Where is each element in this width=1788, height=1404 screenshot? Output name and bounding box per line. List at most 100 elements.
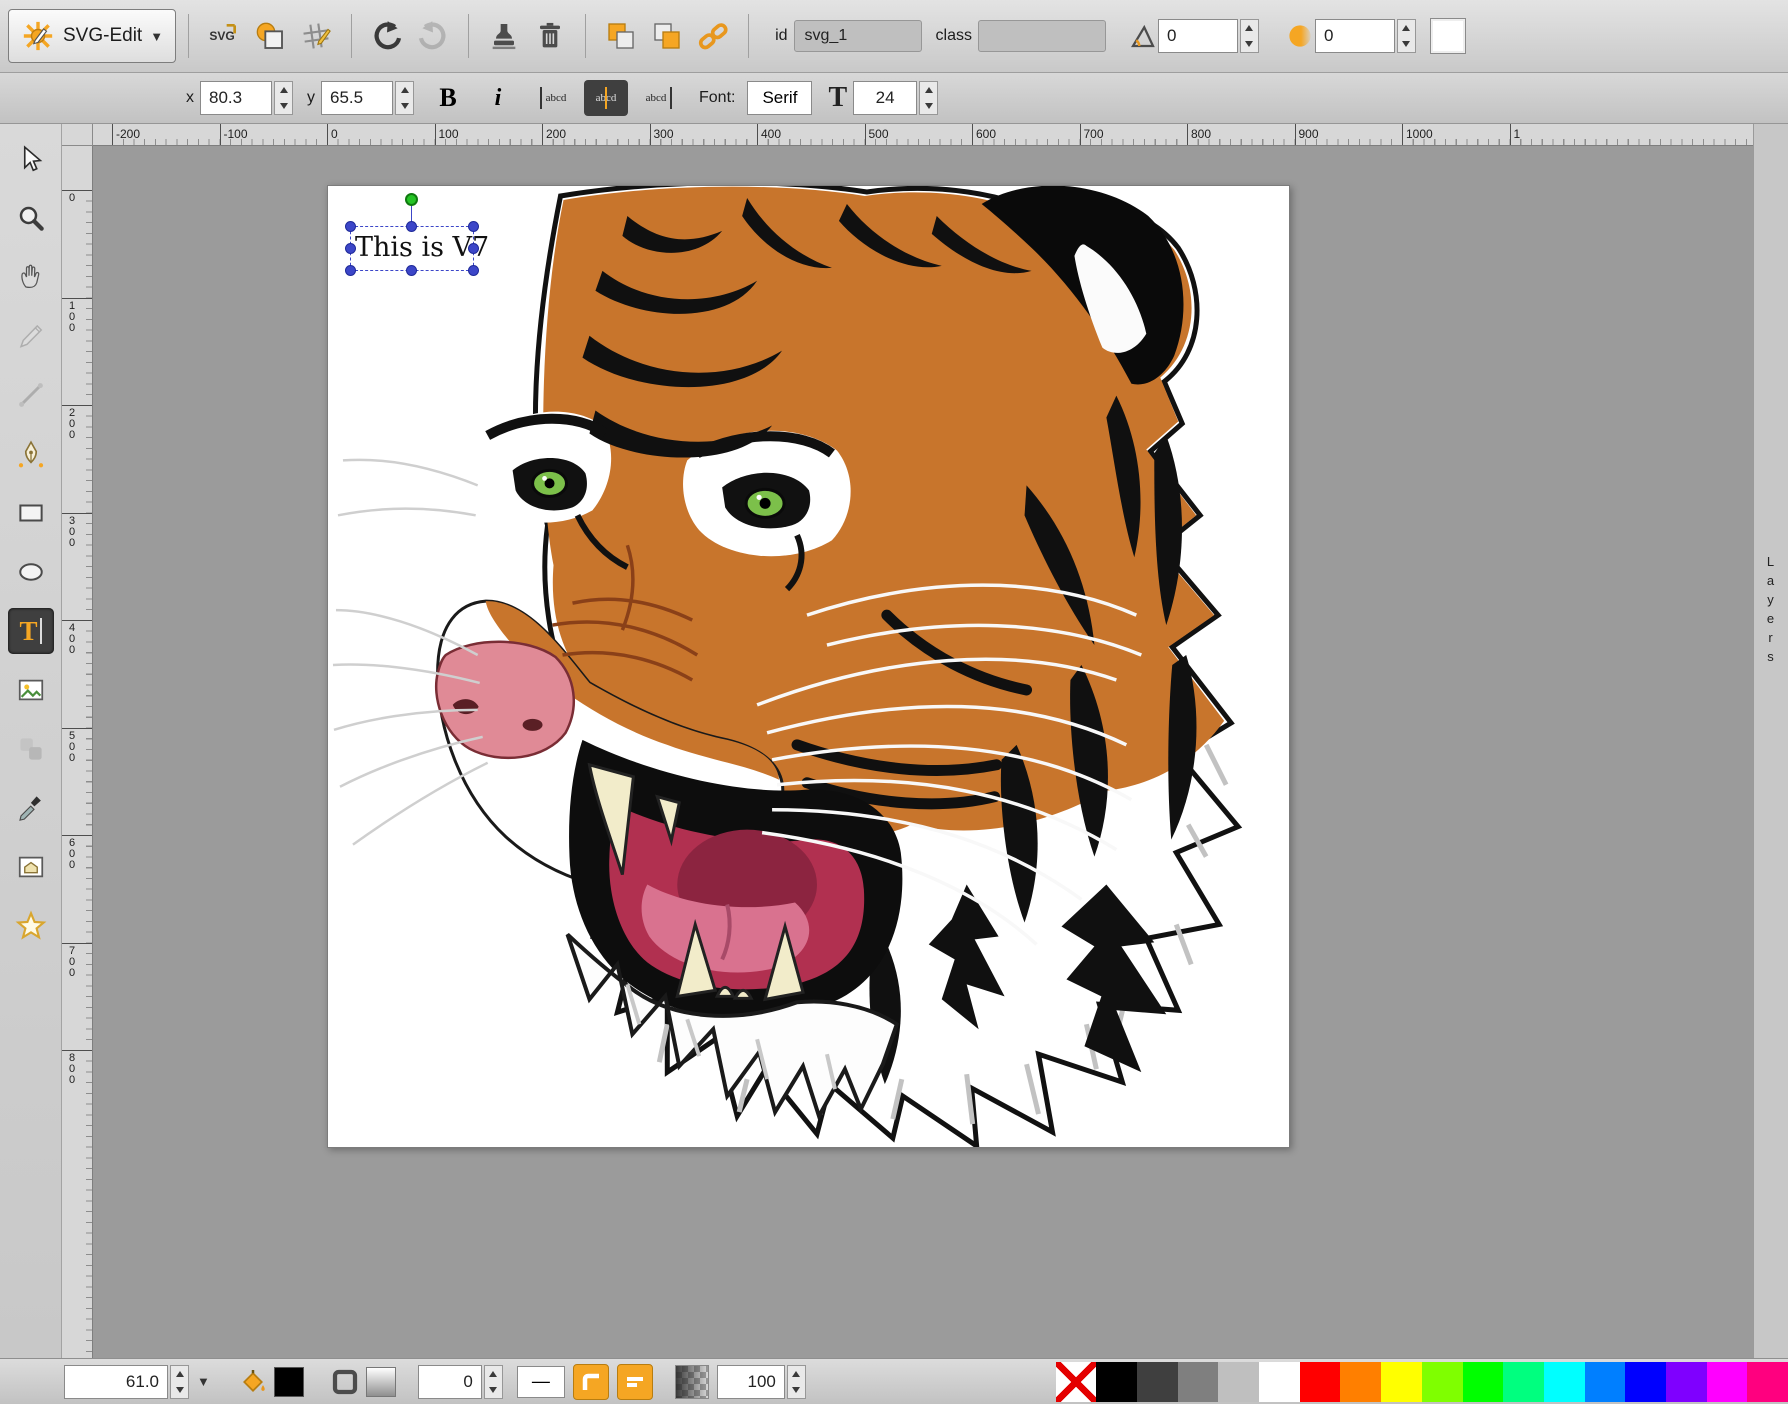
angle-spin-up-button[interactable] bbox=[1241, 20, 1258, 36]
ellipse-tool-button[interactable] bbox=[8, 549, 54, 595]
rect-tool-button[interactable] bbox=[8, 490, 54, 536]
editor-preferences-button[interactable] bbox=[293, 13, 339, 59]
palette-swatch[interactable] bbox=[1381, 1362, 1422, 1402]
text-tool-button[interactable]: T bbox=[8, 608, 54, 654]
font-size-spin-up-button[interactable] bbox=[920, 82, 937, 98]
layers-panel-tab[interactable]: Layers bbox=[1753, 124, 1788, 1358]
palette-swatch[interactable] bbox=[1707, 1362, 1748, 1402]
y-input[interactable]: 65.5 bbox=[321, 81, 393, 115]
opacity-input[interactable]: 100 bbox=[717, 1365, 785, 1399]
palette-swatch[interactable] bbox=[1259, 1362, 1300, 1402]
stroke-dash-select[interactable]: — bbox=[517, 1366, 565, 1398]
stroke-width-input[interactable]: 0 bbox=[418, 1365, 482, 1399]
selection-handle-sw[interactable] bbox=[345, 265, 356, 276]
fill-color-swatch[interactable] bbox=[274, 1367, 304, 1397]
palette-swatch[interactable] bbox=[1585, 1362, 1626, 1402]
palette-swatch-none[interactable] bbox=[1056, 1362, 1097, 1402]
text-anchor-middle-button[interactable]: abcd bbox=[584, 80, 628, 116]
font-size-input[interactable]: 24 bbox=[853, 81, 917, 115]
font-family-button[interactable]: Serif bbox=[747, 81, 812, 115]
pencil-tool-button[interactable] bbox=[8, 313, 54, 359]
bold-button[interactable]: B bbox=[428, 78, 468, 118]
background-color-swatch[interactable] bbox=[1430, 18, 1466, 54]
move-to-bottom-button[interactable] bbox=[598, 13, 644, 59]
palette-swatch[interactable] bbox=[1137, 1362, 1178, 1402]
redo-button[interactable] bbox=[410, 13, 456, 59]
shape-library-button[interactable] bbox=[8, 726, 54, 772]
star-tool-button[interactable] bbox=[8, 903, 54, 949]
blur-input[interactable]: 0 bbox=[1315, 19, 1395, 53]
palette-swatch[interactable] bbox=[1340, 1362, 1381, 1402]
rotation-handle[interactable] bbox=[405, 193, 418, 206]
y-spin-down-button[interactable] bbox=[396, 98, 413, 114]
make-link-button[interactable] bbox=[690, 13, 736, 59]
blur-spin-down-button[interactable] bbox=[1398, 36, 1415, 52]
palette-swatch[interactable] bbox=[1096, 1362, 1137, 1402]
palette-swatch[interactable] bbox=[1544, 1362, 1585, 1402]
workspace[interactable]: This is V7 bbox=[93, 146, 1753, 1358]
angle-input[interactable]: 0 bbox=[1158, 19, 1238, 53]
selection-handle-w[interactable] bbox=[345, 243, 356, 254]
selection-handle-s[interactable] bbox=[406, 265, 417, 276]
text-anchor-start-button[interactable]: abcd bbox=[534, 80, 578, 116]
undo-button[interactable] bbox=[364, 13, 410, 59]
palette-swatch[interactable] bbox=[1218, 1362, 1259, 1402]
id-input[interactable]: svg_1 bbox=[794, 20, 922, 52]
font-size-spin-down-button[interactable] bbox=[920, 98, 937, 114]
x-input[interactable]: 80.3 bbox=[200, 81, 272, 115]
id-label: id bbox=[775, 27, 787, 45]
toolbar-separator bbox=[468, 14, 469, 58]
selection-handle-ne[interactable] bbox=[468, 221, 479, 232]
zoom-dropdown-icon[interactable]: ▼ bbox=[197, 1374, 210, 1389]
y-spin-up-button[interactable] bbox=[396, 82, 413, 98]
opacity-spin-down-button[interactable] bbox=[788, 1382, 805, 1398]
x-spin-down-button[interactable] bbox=[275, 98, 292, 114]
linejoin-button[interactable] bbox=[573, 1364, 609, 1400]
move-to-top-button[interactable] bbox=[644, 13, 690, 59]
selection-handle-e[interactable] bbox=[468, 243, 479, 254]
zoom-tool-button[interactable] bbox=[8, 195, 54, 241]
zoom-input[interactable]: 61.0 bbox=[64, 1365, 168, 1399]
ruler-h-label: -100 bbox=[220, 124, 248, 146]
line-tool-button[interactable] bbox=[8, 372, 54, 418]
path-tool-button[interactable] bbox=[8, 431, 54, 477]
selection-handle-se[interactable] bbox=[468, 265, 479, 276]
stroke-color-swatch[interactable] bbox=[366, 1367, 396, 1397]
palette-swatch[interactable] bbox=[1178, 1362, 1219, 1402]
blur-spin-up-button[interactable] bbox=[1398, 20, 1415, 36]
palette-swatch[interactable] bbox=[1300, 1362, 1341, 1402]
text-anchor-end-button[interactable]: abcd bbox=[634, 80, 678, 116]
angle-spin-down-button[interactable] bbox=[1241, 36, 1258, 52]
selection-handle-nw[interactable] bbox=[345, 221, 356, 232]
linecap-button[interactable] bbox=[617, 1364, 653, 1400]
stroke-width-spin-up-button[interactable] bbox=[485, 1366, 502, 1382]
class-input[interactable] bbox=[978, 20, 1106, 52]
zoom-spin-up-button[interactable] bbox=[171, 1366, 188, 1382]
stroke-width-spin-down-button[interactable] bbox=[485, 1382, 502, 1398]
selection-handle-n[interactable] bbox=[406, 221, 417, 232]
x-spin-up-button[interactable] bbox=[275, 82, 292, 98]
source-editor-button[interactable]: SVG bbox=[201, 13, 247, 59]
blur-icon bbox=[1285, 21, 1315, 51]
palette-swatch[interactable] bbox=[1747, 1362, 1788, 1402]
clone-button[interactable] bbox=[481, 13, 527, 59]
document-properties-button[interactable] bbox=[247, 13, 293, 59]
palette-swatch[interactable] bbox=[1666, 1362, 1707, 1402]
pan-tool-button[interactable] bbox=[8, 254, 54, 300]
library-button[interactable] bbox=[8, 844, 54, 890]
eyedropper-tool-button[interactable] bbox=[8, 785, 54, 831]
image-tool-button[interactable] bbox=[8, 667, 54, 713]
main-menu-button[interactable]: SVG-Edit ▼ bbox=[8, 9, 176, 63]
blur-spinner bbox=[1397, 19, 1416, 53]
palette-swatch[interactable] bbox=[1422, 1362, 1463, 1402]
palette-swatch[interactable] bbox=[1463, 1362, 1504, 1402]
tiger-artwork[interactable] bbox=[328, 186, 1289, 1147]
zoom-spin-down-button[interactable] bbox=[171, 1382, 188, 1398]
select-tool-button[interactable] bbox=[8, 136, 54, 182]
palette-swatch[interactable] bbox=[1503, 1362, 1544, 1402]
palette-swatch[interactable] bbox=[1625, 1362, 1666, 1402]
delete-button[interactable] bbox=[527, 13, 573, 59]
opacity-spin-up-button[interactable] bbox=[788, 1366, 805, 1382]
canvas-page[interactable]: This is V7 bbox=[327, 185, 1290, 1148]
italic-button[interactable]: i bbox=[478, 78, 518, 118]
